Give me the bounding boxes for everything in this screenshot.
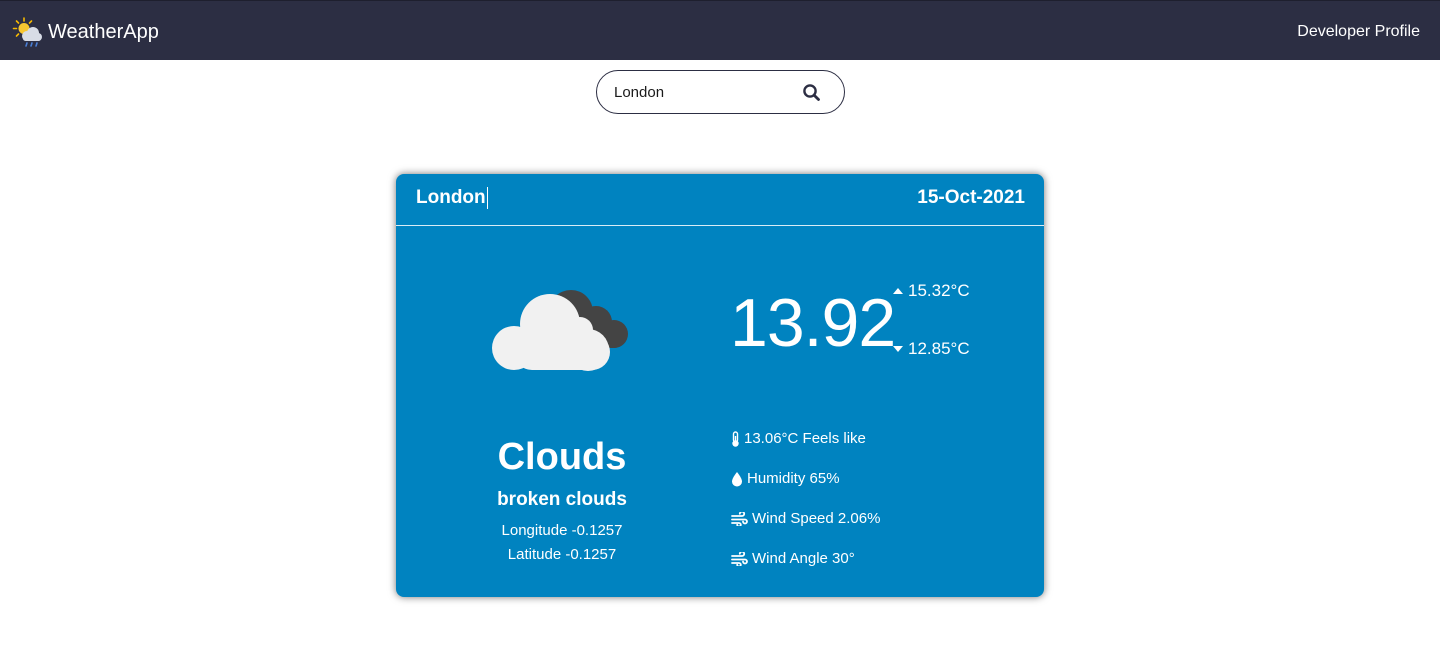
water-drop-icon [732,472,742,487]
weather-description: broken clouds [497,489,627,510]
wind-angle-value: Wind Angle 30° [752,550,855,567]
max-temperature-value: 15.32°C [908,281,970,300]
broken-clouds-icon [492,290,628,371]
city-label: London [416,187,486,208]
wind-angle: Wind Angle 30° [731,549,855,569]
min-temperature: 12.85°C [893,339,970,359]
search-icon[interactable] [801,82,823,104]
forecast-date: 15-Oct-2021 [917,187,1025,208]
humidity: Humidity 65% [731,469,840,489]
developer-profile-link[interactable]: Developer Profile [1297,22,1420,42]
brand-name: WeatherApp [48,21,159,43]
search-box [596,70,845,114]
humidity-value: Humidity 65% [747,470,840,487]
brand[interactable]: WeatherApp [12,15,159,49]
latitude: Latitude -0.1257 [507,546,617,563]
card-header: London 15-Oct-2021 [396,174,1044,226]
feels-like: 13.06°C Feels like [731,429,866,449]
longitude: Longitude -0.1257 [501,522,623,539]
caret-up-icon [893,288,903,294]
wind-speed-value: Wind Speed 2.06% [752,510,881,527]
weather-main: Clouds [497,436,627,478]
search-input[interactable] [614,81,794,103]
city-name: London [416,187,488,209]
feels-like-value: 13.06°C Feels like [744,430,866,447]
min-temperature-value: 12.85°C [908,339,970,358]
caret-down-icon [893,346,903,352]
weather-card: London 15-Oct-2021 13.92 15.32°C 12.85°C… [396,174,1044,597]
wind-speed: Wind Speed 2.06% [731,509,880,529]
thermometer-icon [732,431,739,447]
wind-icon [731,552,748,566]
max-temperature: 15.32°C [893,281,970,301]
sun-cloud-rain-icon [12,17,42,47]
text-caret [486,187,488,209]
wind-icon [731,512,748,526]
current-temperature: 13.92 [730,285,896,361]
top-navbar: WeatherApp Developer Profile [0,0,1440,60]
